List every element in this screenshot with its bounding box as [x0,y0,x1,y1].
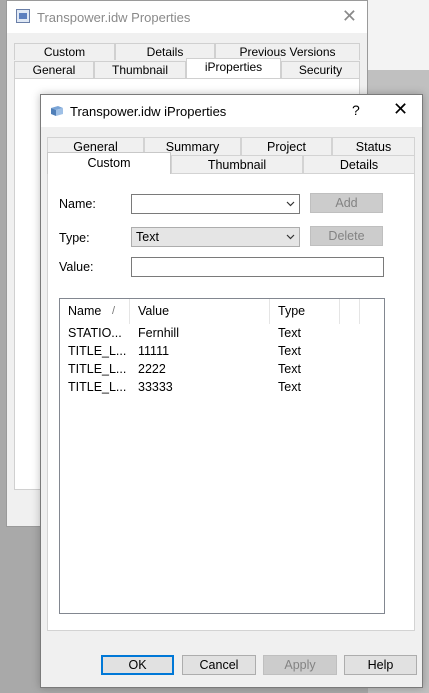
column-header-value[interactable]: Value [130,299,270,324]
help-button[interactable]: Help [344,655,417,675]
row-name: TITLE_L... [68,380,127,394]
tab-status[interactable]: Status [332,137,415,155]
list-item[interactable]: STATIO... Fernhill Text [60,324,384,342]
tab-project[interactable]: Project [241,137,332,155]
list-item[interactable]: TITLE_L... 11111 Text [60,342,384,360]
type-combobox[interactable]: Text [131,227,300,247]
row-type: Text [278,362,301,376]
back-tab-custom[interactable]: Custom [14,43,115,60]
ok-button[interactable]: OK [101,655,174,675]
document-icon [16,9,30,23]
name-combobox[interactable] [131,194,300,214]
tab-thumbnail[interactable]: Thumbnail [171,155,303,173]
name-label: Name: [59,197,96,211]
iproperties-dialog: Transpower.idw iProperties ? ✕ General S… [40,94,423,688]
dialog-title: Transpower.idw iProperties [70,104,227,119]
custom-properties-list[interactable]: Name / Value Type STATIO... Fernhill Tex… [59,298,385,614]
chevron-down-icon [286,201,295,207]
row-value: 2222 [138,362,166,376]
background-window-strip [368,0,429,70]
value-input[interactable] [131,257,384,277]
back-tab-iproperties[interactable]: iProperties [186,58,281,78]
dialog-title-bar: Transpower.idw iProperties ? ✕ [41,95,422,127]
apply-button[interactable]: Apply [263,655,337,675]
column-header-name-label: Name [68,304,102,318]
sort-indicator-icon: / [112,305,116,317]
type-label: Type: [59,231,90,245]
row-type: Text [278,344,301,358]
back-window-title: Transpower.idw Properties [37,10,191,25]
tab-custom[interactable]: Custom [47,152,171,174]
back-tab-thumbnail[interactable]: Thumbnail [94,61,186,78]
row-name: TITLE_L... [68,344,127,358]
help-icon[interactable]: ? [352,102,360,118]
list-item[interactable]: TITLE_L... 33333 Text [60,378,384,396]
inventor-drawing-icon [51,106,63,116]
cancel-button[interactable]: Cancel [182,655,256,675]
close-icon[interactable]: ✕ [342,6,357,27]
row-value: 33333 [138,380,173,394]
back-tab-security[interactable]: Security [281,61,360,78]
column-header-empty [340,299,360,324]
value-label: Value: [59,260,94,274]
row-name: STATIO... [68,326,122,340]
back-title-bar: Transpower.idw Properties ✕ [7,1,367,33]
add-button[interactable]: Add [310,193,383,213]
type-value: Text [136,230,159,244]
list-item[interactable]: TITLE_L... 2222 Text [60,360,384,378]
close-icon[interactable]: ✕ [393,99,408,120]
row-type: Text [278,326,301,340]
back-tab-general[interactable]: General [14,61,94,78]
column-header-type[interactable]: Type [270,299,340,324]
column-header-name[interactable]: Name / [60,299,130,324]
row-type: Text [278,380,301,394]
delete-button[interactable]: Delete [310,226,383,246]
tab-details[interactable]: Details [303,155,415,173]
row-name: TITLE_L... [68,362,127,376]
chevron-down-icon [286,234,295,240]
row-value: Fernhill [138,326,179,340]
row-value: 11111 [138,344,170,358]
